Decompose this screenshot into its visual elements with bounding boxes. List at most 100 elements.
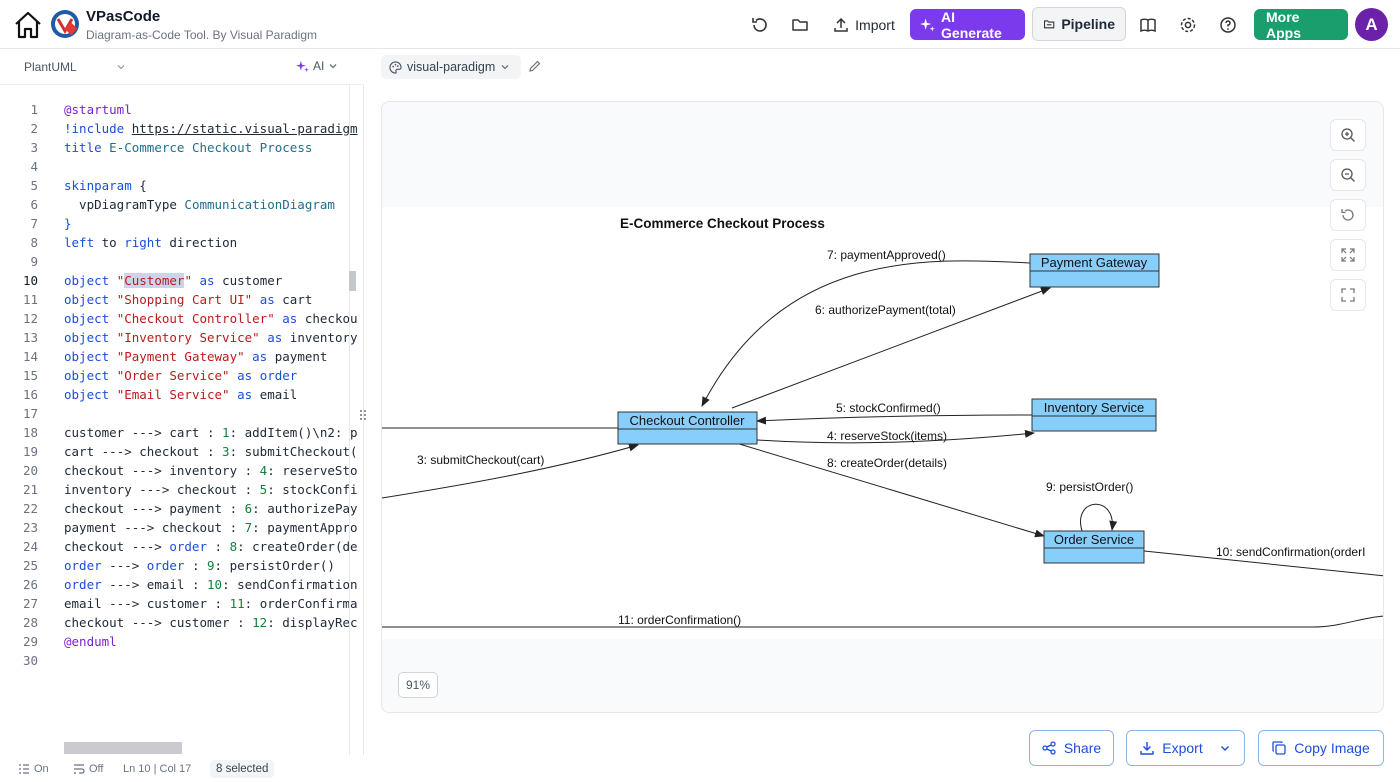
code-line[interactable]: 30 bbox=[0, 653, 363, 672]
code-line[interactable]: 25 order ---> order : 9: persistOrder() bbox=[0, 558, 363, 577]
code-line[interactable]: 14 object "Payment Gateway" as payment bbox=[0, 349, 363, 368]
diagram-title: E-Commerce Checkout Process bbox=[620, 216, 825, 231]
chevron-down-icon bbox=[329, 64, 337, 69]
download-icon bbox=[1140, 742, 1154, 755]
drag-handle-icon[interactable] bbox=[359, 409, 367, 421]
diagram-canvas[interactable]: E-Commerce Checkout Process 7: paymentAp… bbox=[381, 101, 1384, 713]
fit-to-screen-button[interactable] bbox=[1330, 239, 1366, 271]
line-number: 25 bbox=[22, 558, 38, 573]
open-folder-button[interactable] bbox=[786, 9, 814, 40]
docs-button[interactable] bbox=[1134, 9, 1162, 40]
object-checkout-controller[interactable]: Checkout Controller bbox=[617, 411, 758, 445]
code-line[interactable]: 8 left to right direction bbox=[0, 235, 363, 254]
app-title: VPasCode bbox=[86, 8, 161, 25]
pencil-icon[interactable] bbox=[528, 59, 542, 73]
object-order-service[interactable]: Order Service bbox=[1043, 530, 1145, 564]
share-button[interactable]: Share bbox=[1029, 730, 1114, 766]
minimap-toggle[interactable]: Off bbox=[73, 763, 103, 775]
line-number: 29 bbox=[22, 634, 38, 649]
code-line[interactable]: 20 checkout ---> inventory : 4: reserveSt… bbox=[0, 463, 363, 482]
code-line[interactable]: 7} bbox=[0, 216, 363, 235]
import-button[interactable]: Import bbox=[826, 9, 902, 40]
editor-scroll-thumb[interactable] bbox=[349, 271, 356, 291]
code-line[interactable]: 27 email ---> customer : 11: orderConfirm… bbox=[0, 596, 363, 615]
line-number: 16 bbox=[22, 387, 38, 402]
help-button[interactable] bbox=[1214, 9, 1242, 40]
zoom-in-icon bbox=[1341, 128, 1355, 142]
code-line[interactable]: 29 @enduml bbox=[0, 634, 363, 653]
pipeline-label: Pipeline bbox=[1061, 16, 1115, 32]
wrap-icon bbox=[74, 764, 85, 774]
language-select[interactable]: PlantUML bbox=[24, 60, 77, 74]
code-editor[interactable]: 1 @startuml 2 !include https://static.visua… bbox=[0, 85, 364, 755]
code-line[interactable]: 9 bbox=[0, 254, 363, 273]
reset-zoom-button[interactable] bbox=[1330, 199, 1366, 231]
gear-icon bbox=[1180, 17, 1196, 32]
export-button[interactable]: Export bbox=[1126, 730, 1245, 766]
object-label: Order Service bbox=[1054, 532, 1134, 547]
more-apps-button[interactable]: More Apps bbox=[1254, 8, 1348, 41]
chevron-down-icon bbox=[1220, 746, 1229, 751]
code-line[interactable]: 4 bbox=[0, 159, 363, 178]
code-line[interactable]: 22 checkout ---> payment : 6: authorizePa… bbox=[0, 501, 363, 520]
zoom-level: 91% bbox=[398, 672, 438, 698]
editor-horizontal-scrollbar[interactable] bbox=[64, 742, 182, 754]
line-numbers-icon bbox=[19, 764, 29, 774]
code-line[interactable]: 2 !include https://static.visual-paradigm bbox=[0, 121, 363, 140]
editor-ai-button[interactable]: AI bbox=[296, 59, 338, 73]
theme-select[interactable]: visual-paradigm bbox=[381, 55, 521, 79]
line-number: 13 bbox=[22, 330, 38, 345]
editor-vertical-scrollbar[interactable] bbox=[349, 85, 350, 755]
history-button[interactable] bbox=[746, 9, 774, 40]
pipeline-button[interactable]: Pipeline bbox=[1032, 7, 1126, 41]
code-line[interactable]: 3 title E-Commerce Checkout Process bbox=[0, 140, 363, 159]
code-line[interactable]: 11 object "Shopping Cart UI" as cart bbox=[0, 292, 363, 311]
ai-generate-button[interactable]: AI Generate bbox=[910, 8, 1025, 41]
fullscreen-button[interactable] bbox=[1330, 279, 1366, 311]
chevron-down-icon[interactable] bbox=[116, 62, 126, 72]
code-line[interactable]: 10 object "Customer" as customer bbox=[0, 273, 363, 292]
home-button[interactable] bbox=[12, 9, 44, 41]
message-label-6: 6: authorizePayment(total) bbox=[815, 303, 956, 317]
object-payment-gateway[interactable]: Payment Gateway bbox=[1029, 253, 1160, 288]
more-apps-label: More Apps bbox=[1266, 8, 1301, 41]
code-line[interactable]: 19 cart ---> checkout : 3: submitCheckout… bbox=[0, 444, 363, 463]
settings-button[interactable] bbox=[1174, 9, 1202, 40]
line-number: 7 bbox=[30, 216, 38, 231]
upload-icon bbox=[834, 17, 848, 32]
zoom-in-button[interactable] bbox=[1330, 119, 1366, 151]
code-line[interactable]: 1 @startuml bbox=[0, 102, 363, 121]
code-line[interactable]: 15 object "Order Service" as order bbox=[0, 368, 363, 387]
code-line[interactable]: 5 skinparam { bbox=[0, 178, 363, 197]
wrap-label: On bbox=[34, 763, 49, 775]
sparkle-icon bbox=[296, 60, 309, 72]
code-line[interactable]: 21 inventory ---> checkout : 5: stockConf… bbox=[0, 482, 363, 501]
code-line[interactable]: 6 vpDiagramType CommunicationDiagram bbox=[0, 197, 363, 216]
copy-icon bbox=[1272, 741, 1286, 755]
code-line[interactable]: 28 checkout ---> customer : 12: displayRe… bbox=[0, 615, 363, 634]
history-icon bbox=[752, 17, 767, 32]
code-text: } bbox=[64, 216, 72, 231]
user-avatar[interactable]: A bbox=[1355, 8, 1388, 41]
line-number: 2 bbox=[30, 121, 38, 136]
code-line[interactable]: 24 checkout ---> order : 8: createOrder(d… bbox=[0, 539, 363, 558]
app-header: VPasCode Diagram-as-Code Tool. By Visual… bbox=[0, 0, 1400, 49]
code-text: cart ---> checkout : 3: submitCheckout( bbox=[64, 444, 358, 459]
code-text: vpDiagramType CommunicationDiagram bbox=[64, 197, 335, 212]
code-line[interactable]: 18 customer ---> cart : 1: addItem()\n2: … bbox=[0, 425, 363, 444]
line-number: 28 bbox=[22, 615, 38, 630]
code-line[interactable]: 26 order ---> email : 10: sendConfirmatio… bbox=[0, 577, 363, 596]
code-line[interactable]: 16 object "Email Service" as email bbox=[0, 387, 363, 406]
line-wrap-toggle[interactable]: On bbox=[18, 763, 49, 775]
copy-image-button[interactable]: Copy Image bbox=[1258, 730, 1384, 766]
code-line[interactable]: 13 object "Inventory Service" as inventor… bbox=[0, 330, 363, 349]
code-text: object "Inventory Service" as inventory bbox=[64, 330, 358, 345]
code-line[interactable]: 17 bbox=[0, 406, 363, 425]
message-label-3: 3: submitCheckout(cart) bbox=[417, 453, 544, 467]
line-number: 15 bbox=[22, 368, 38, 383]
zoom-out-button[interactable] bbox=[1330, 159, 1366, 191]
code-line[interactable]: 23 payment ---> checkout : 7: paymentAppr… bbox=[0, 520, 363, 539]
object-inventory-service[interactable]: Inventory Service bbox=[1031, 398, 1157, 432]
code-line[interactable]: 12 object "Checkout Controller" as checko… bbox=[0, 311, 363, 330]
ai-generate-label: AI Generate bbox=[941, 8, 1002, 41]
